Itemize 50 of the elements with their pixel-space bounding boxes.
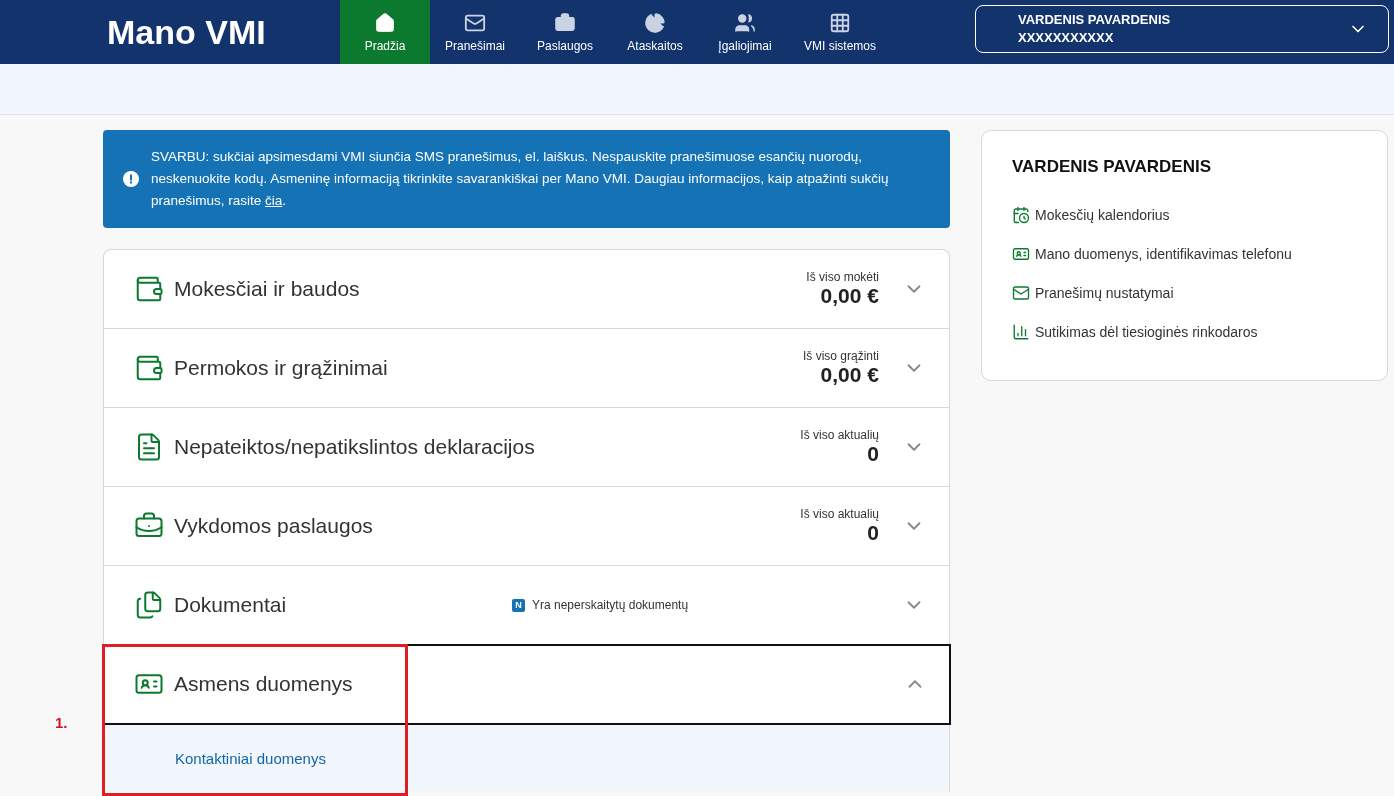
section-title: Mokesčiai ir baudos [174, 277, 360, 301]
warning-text: SVARBU: sukčiai apsimesdami VMI siunčia SMS pranešimus, el. laiškus. Nespauskite pranešimuose esančių nuorodų, neskenuokite kodų. Asmeninę informaciją tikrinkite savarankiškai per Mano VMI. Daugiau informacijos, kaip atpažinti sukčių pranešimus, rasite čia. [151, 148, 890, 210]
nav-icon [734, 11, 756, 34]
nav-tab[interactable]: VMI sistemos [790, 0, 890, 64]
calendar-icon [1012, 205, 1030, 224]
profile-link[interactable]: Mokesčių kalendorius [1012, 195, 1357, 234]
new-badge: N [512, 598, 525, 612]
section-title: Vykdomos paslaugos [174, 514, 373, 538]
accordion-header[interactable]: Vykdomos paslaugos Iš viso aktualių 0 [104, 487, 949, 566]
nav-icon [554, 11, 576, 34]
submenu-link[interactable]: Kontaktiniai duomenys [175, 749, 326, 767]
summary-value: 0,00 € [819, 363, 879, 387]
section-title: Asmens duomenys [174, 672, 353, 696]
nav-icon [374, 11, 396, 34]
profile-name: VARDENIS PAVARDENIS [1012, 157, 1212, 177]
summary-label: Iš viso aktualių [800, 507, 879, 521]
envelope-icon [1012, 283, 1030, 302]
wallet-icon [134, 353, 164, 383]
summary-value: 0 [866, 521, 879, 545]
section-title: Dokumentai [174, 593, 287, 617]
nav-tab[interactable]: Pradžia [340, 0, 430, 64]
accordion-header[interactable]: Mokesčiai ir baudos Iš viso mokėti 0,00 € [104, 250, 949, 329]
nav-tab[interactable]: Paslaugos [520, 0, 610, 64]
summary-value: 0,00 € [819, 284, 879, 308]
documents-icon [134, 590, 164, 620]
nav-icon [829, 11, 851, 34]
summary-label: Iš viso aktualių [800, 428, 879, 442]
nav-tab[interactable]: Ataskaitos [610, 0, 700, 64]
wallet-icon [134, 274, 164, 304]
accordion-header[interactable]: Permokos ir grąžinimai Iš viso grąžinti 0,00 € [104, 329, 949, 408]
summary-value: 0 [866, 442, 879, 466]
logo[interactable]: Mano VMI [0, 0, 340, 64]
nav-tab[interactable]: Pranešimai [430, 0, 520, 64]
section-title: Permokos ir grąžinimai [174, 356, 388, 380]
section-title: Nepateiktos/nepatikslintos deklaracijos [174, 435, 535, 459]
nav-icon [644, 11, 666, 34]
step-number: 1. [55, 714, 68, 731]
accordion-header[interactable]: Nepateiktos/nepatikslintos deklaracijos Iš viso aktualių 0 [104, 408, 949, 487]
exclamation-icon [123, 171, 139, 187]
nav-tab[interactable]: Įgaliojimai [700, 0, 790, 64]
profile-link[interactable]: Mano duomenys, identifikavimas telefonu [1012, 234, 1357, 273]
accordion-header[interactable]: Dokumentai N Yra neperskaitytų dokumentų [104, 566, 949, 645]
profile-link[interactable]: Pranešimų nustatymai [1012, 273, 1357, 312]
badge-text: Yra neperskaitytų dokumentų [532, 598, 689, 612]
summary-label: Iš viso mokėti [806, 270, 879, 284]
profile-link[interactable]: Sutikimas dėl tiesioginės rinkodaros [1012, 312, 1357, 351]
user-menu[interactable]: VARDENIS PAVARDENIS XXXXXXXXXXX [975, 5, 1389, 53]
summary-label: Iš viso grąžinti [802, 349, 879, 363]
bar-chart-icon [1012, 322, 1030, 341]
accordion-header[interactable]: Asmens duomenys [104, 645, 950, 724]
